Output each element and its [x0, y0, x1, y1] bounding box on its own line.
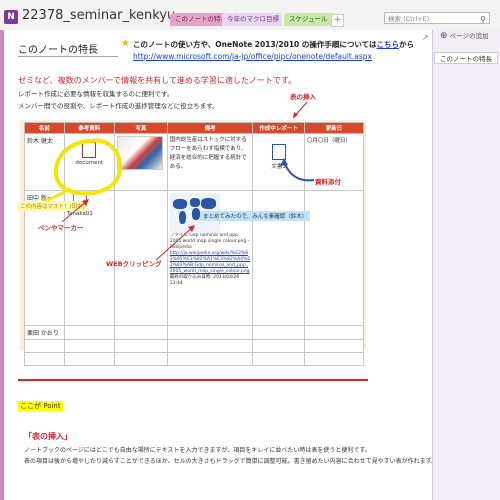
add-page-button[interactable]: ⊕ ページの追加: [440, 30, 489, 41]
annotation-file-attach: 資料添付: [315, 178, 341, 186]
arrow-icon: [61, 199, 89, 223]
help-url-link[interactable]: http://www.microsoft.com/ja-jp/office/pi…: [133, 52, 372, 61]
plus-icon: ⊕: [440, 31, 448, 41]
header-report: 作成中レポート: [252, 122, 305, 134]
header-date: 更新日: [303, 122, 365, 134]
cell-name[interactable]: 栗田 かおり: [24, 325, 65, 340]
clip-date: 最終の取り込み日時: 2013/04/26 13:44: [169, 275, 240, 286]
description-line-1: レポート作成に必要な情報を収集するのに便利です。: [18, 90, 174, 98]
page-list-panel: [432, 30, 500, 500]
section-heading: 「表の挿入」: [24, 432, 72, 441]
cell-memo[interactable]: 国内総生産はストックに対するフローをあらわす指標であり、経済を総合的に把握する統…: [166, 133, 254, 191]
search-placeholder: 検索 (Ctrl+E): [388, 15, 430, 23]
add-section-button[interactable]: +: [331, 14, 344, 27]
table-row: [24, 352, 365, 366]
point-label: ここが Point: [18, 401, 63, 411]
tab-macro-goals[interactable]: 今年のマクロ目標: [222, 13, 282, 26]
expand-icon[interactable]: ↗: [422, 33, 429, 42]
blue-note[interactable]: まとめてみたので、みんな素確認（鈴木）: [200, 211, 311, 221]
add-page-label: ページの追加: [449, 32, 489, 40]
arrow-icon: [292, 101, 308, 119]
summary-heading: ゼミなど、複数のメンバーで情報を共有して進める学習に適したノートです。: [18, 76, 297, 85]
cell-date[interactable]: [303, 190, 365, 326]
table-row: [24, 339, 365, 353]
section-body-2: 表の項目は後から増やしたり減らすことができるほか、セルの大きさもドラッグで簡単に…: [24, 458, 438, 465]
title-underline: [18, 56, 118, 57]
search-input[interactable]: 検索 (Ctrl+E) ⚲: [384, 12, 490, 24]
star-icon: ★: [121, 38, 130, 49]
tab-schedule[interactable]: スケジュール: [284, 13, 336, 26]
search-icon[interactable]: ⚲: [480, 14, 486, 26]
section-body-1: ノートブックのページにはどこでも自由な場所にテキストを入力できますが、項目をキレ…: [24, 447, 371, 454]
info-link[interactable]: こちら: [377, 40, 400, 49]
marker-highlight: [39, 138, 123, 205]
notebook-icon[interactable]: N: [4, 10, 18, 24]
info-text: このノートの使い方や、OneNote 2013/2010 の操作手順についてはこ…: [133, 40, 415, 49]
header-memo: 備考: [166, 122, 254, 134]
table-row: 栗田 かおり: [24, 325, 365, 340]
section-divider: [18, 379, 368, 381]
page-list-item[interactable]: このノートの特長: [434, 52, 498, 64]
description-line-2: メンバー間での役割や、レポート作成の進捗管理などに役立ちます。: [18, 102, 219, 110]
page-title[interactable]: このノートの特長: [18, 41, 98, 56]
arrow-icon: [155, 225, 195, 261]
notebook-title[interactable]: 22378_seminar_kenkyu...: [22, 8, 188, 23]
tab-features[interactable]: このノートの特長: [170, 13, 227, 26]
arrow-icon: [280, 158, 315, 182]
